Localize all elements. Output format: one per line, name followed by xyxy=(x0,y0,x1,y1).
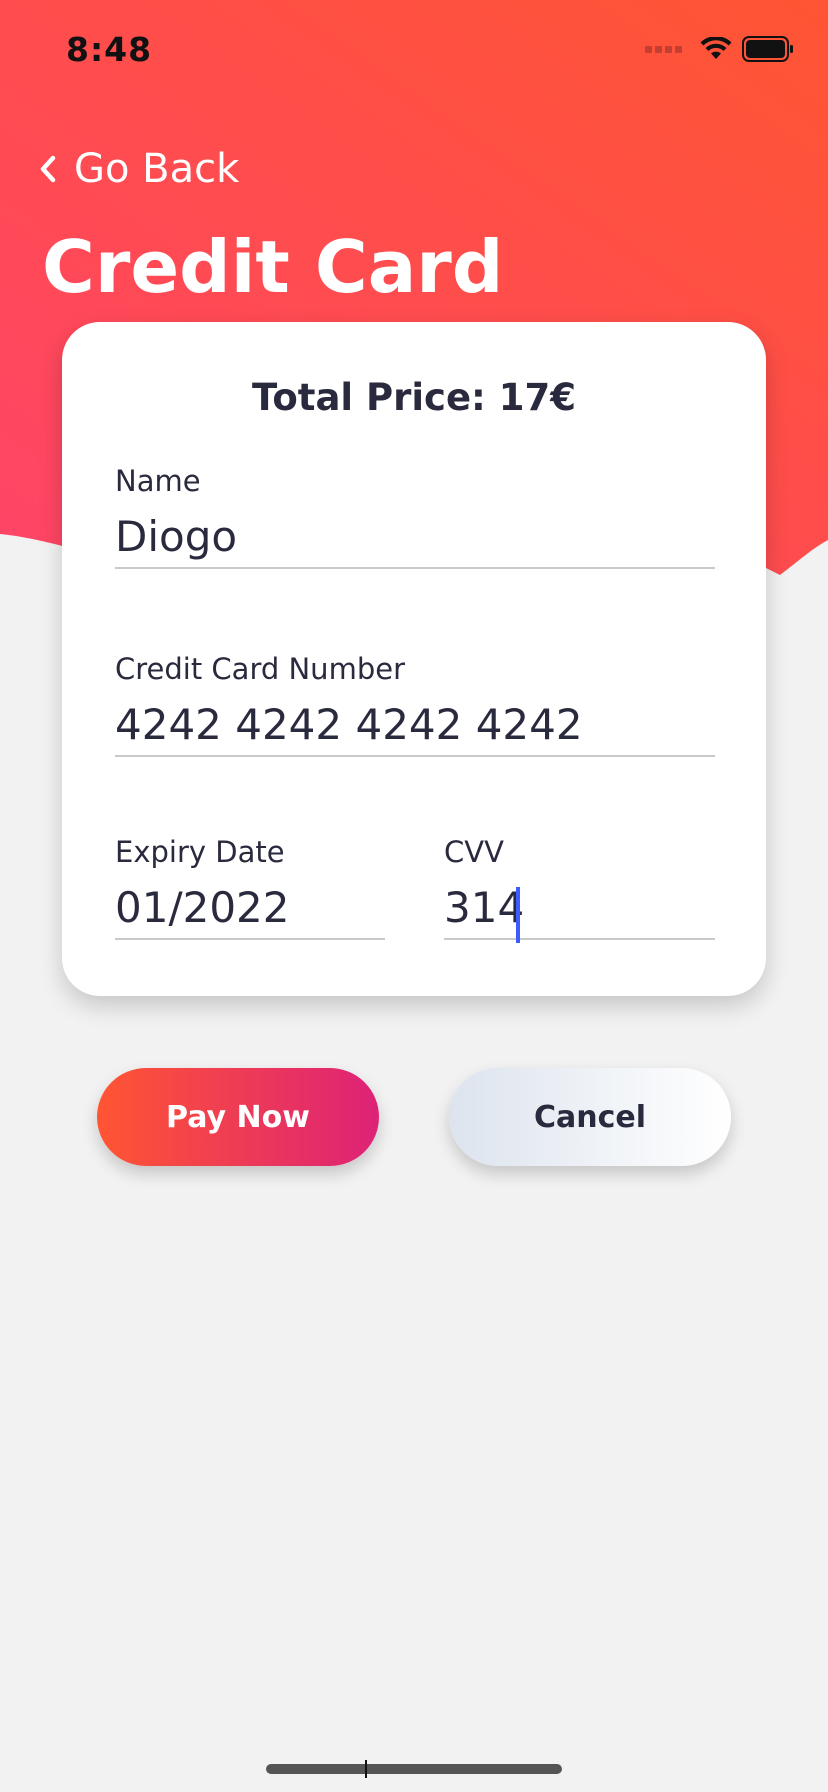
status-time: 8:48 xyxy=(66,30,153,69)
payment-form-card: Total Price: 17€ Name Credit Card Number… xyxy=(62,322,766,996)
name-field-group: Name xyxy=(115,464,715,569)
expiry-input[interactable] xyxy=(115,883,385,940)
home-indicator[interactable] xyxy=(266,1764,562,1774)
cvv-input-wrapper xyxy=(444,883,715,943)
go-back-label: Go Back xyxy=(74,146,240,192)
card-number-input[interactable] xyxy=(115,700,715,757)
battery-icon xyxy=(742,36,793,62)
page-title: Credit Card xyxy=(42,225,504,309)
go-back-button[interactable]: Go Back xyxy=(38,146,239,192)
cancel-button[interactable]: Cancel xyxy=(449,1068,731,1166)
expiry-label: Expiry Date xyxy=(115,835,285,869)
wifi-icon xyxy=(700,37,732,59)
cvv-field-group: CVV xyxy=(444,835,715,943)
card-number-label: Credit Card Number xyxy=(115,652,405,686)
cellular-signal-icon xyxy=(645,45,682,53)
cvv-label: CVV xyxy=(444,835,504,869)
card-number-field-group: Credit Card Number xyxy=(115,652,715,757)
cvv-input[interactable] xyxy=(444,883,715,940)
text-caret xyxy=(516,887,520,943)
name-label: Name xyxy=(115,464,201,498)
status-bar: 8:48 xyxy=(0,0,828,100)
status-icons xyxy=(645,36,794,62)
name-input[interactable] xyxy=(115,512,715,569)
chevron-left-icon xyxy=(40,155,56,183)
total-price: Total Price: 17€ xyxy=(252,376,576,419)
expiry-field-group: Expiry Date xyxy=(115,835,385,940)
home-indicator-tick xyxy=(365,1760,367,1778)
pay-now-button[interactable]: Pay Now xyxy=(97,1068,379,1166)
